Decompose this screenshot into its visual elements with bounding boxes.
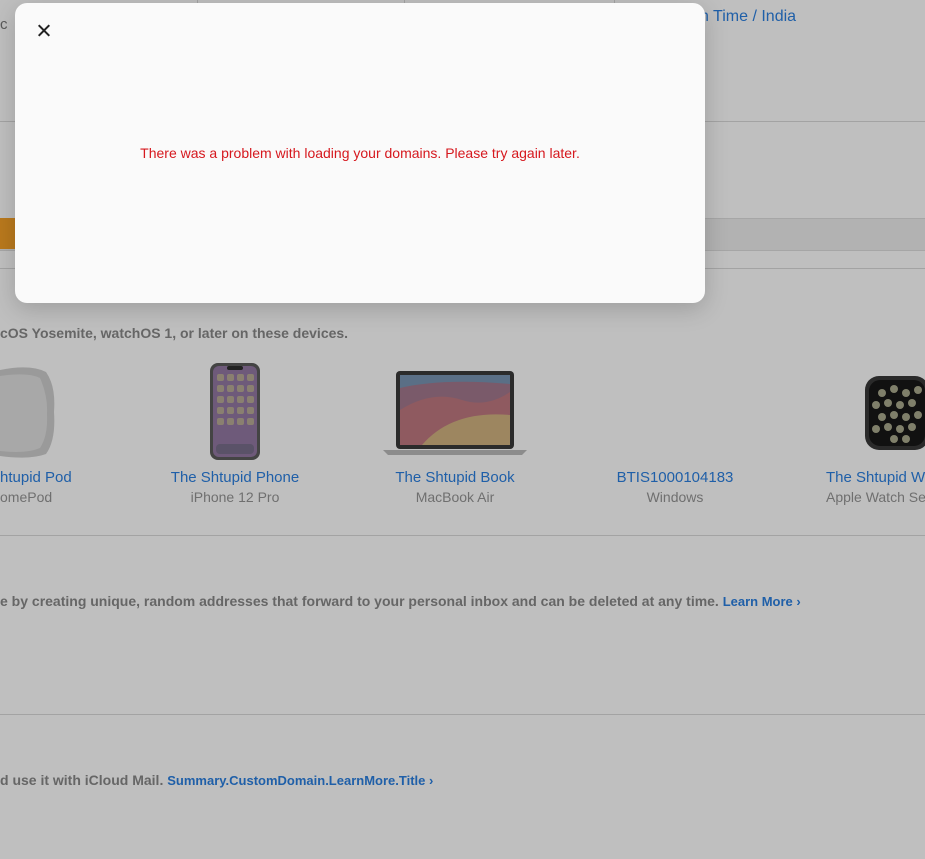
devices-description: cOS Yosemite, watchOS 1, or later on the… [0,325,349,341]
learn-more-link[interactable]: Learn More › [723,594,801,609]
error-message: There was a problem with loading your do… [140,145,580,161]
section-divider [0,535,925,536]
device-name[interactable]: The Shtupid Book [372,469,538,486]
device-name[interactable]: htupid Pod [0,469,72,486]
header-fragment: c [0,16,8,33]
close-icon[interactable] [35,21,53,41]
device-model: omePod [0,489,53,505]
hide-my-email-text: e by creating unique, random addresses t… [0,593,719,609]
device-watch[interactable]: The Shtupid W Apple Watch Se [826,469,925,505]
watch-icon [865,376,925,450]
device-name[interactable]: The Shtupid Phone [152,469,318,486]
macbook-icon [383,371,527,455]
storage-bar-fill [0,218,15,249]
device-model: Windows [646,489,704,505]
homepod-icon [0,367,55,458]
device-name[interactable]: The Shtupid W [826,469,925,486]
device-iphone[interactable]: The Shtupid Phone iPhone 12 Pro [152,469,318,505]
timezone-link[interactable]: n Time / India [700,8,796,26]
device-windows[interactable]: BTIS1000104183 Windows [592,469,758,505]
device-macbook[interactable]: The Shtupid Book MacBook Air [372,469,538,505]
device-model: iPhone 12 Pro [190,489,280,505]
custom-domain-description: d use it with iCloud Mail. Summary.Custo… [0,772,433,788]
device-name[interactable]: BTIS1000104183 [592,469,758,486]
iphone-icon [210,363,260,460]
hide-my-email-description: e by creating unique, random addresses t… [0,593,801,609]
device-model: Apple Watch Se [826,489,925,505]
section-divider [0,714,925,715]
device-model: MacBook Air [415,489,495,505]
device-homepod[interactable]: htupid Pod omePod [0,469,72,505]
custom-domain-modal: There was a problem with loading your do… [15,3,705,303]
custom-domain-text: d use it with iCloud Mail. [0,772,164,788]
custom-domain-learn-more-link[interactable]: Summary.CustomDomain.LearnMore.Title › [167,773,433,788]
